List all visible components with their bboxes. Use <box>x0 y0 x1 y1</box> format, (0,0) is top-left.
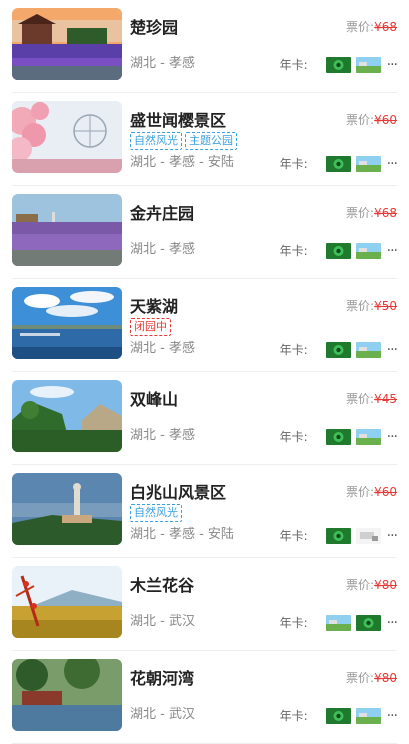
tag-natural-scenery: 自然风光 <box>130 504 182 522</box>
more-icon[interactable]: ··· <box>387 57 398 73</box>
scenic-card-icon[interactable] <box>355 155 381 172</box>
scenic-card-icon[interactable] <box>355 56 381 73</box>
white-card-icon[interactable] <box>355 527 381 544</box>
location-text: 湖北 - 孝感 <box>130 242 195 257</box>
annual-card-row: 年卡: ··· <box>279 707 398 724</box>
tag-list: 自然风光 <box>130 501 185 522</box>
more-icon[interactable]: ··· <box>387 342 398 358</box>
scenic-name: 楚珍园 <box>130 18 179 37</box>
location-text: 湖北 - 孝感 - 安陆 <box>130 155 234 170</box>
ticket-price: 票价:¥50 <box>346 299 397 313</box>
location-text: 湖北 - 武汉 <box>130 614 195 629</box>
scenic-name: 双峰山 <box>130 390 179 409</box>
location-text: 湖北 - 孝感 <box>130 428 195 443</box>
scenic-card-icon[interactable] <box>355 341 381 358</box>
annual-card-row: 年卡: ··· <box>279 56 398 73</box>
scenic-name: 金卉庄园 <box>130 204 195 223</box>
more-icon[interactable]: ··· <box>387 708 398 724</box>
scenic-card-icon[interactable] <box>355 428 381 445</box>
ticket-price: 票价:¥68 <box>346 206 397 220</box>
list-item[interactable]: 木兰花谷 票价:¥80 湖北 - 武汉 年卡: ··· <box>12 558 398 651</box>
scenic-card-icon[interactable] <box>325 614 351 631</box>
green-card-icon[interactable] <box>325 341 351 358</box>
scenic-thumbnail[interactable] <box>12 101 122 173</box>
scenic-thumbnail[interactable] <box>12 473 122 545</box>
ticket-price: 票价:¥60 <box>346 113 397 127</box>
location-text: 湖北 - 孝感 - 安陆 <box>130 527 234 542</box>
location-text: 湖北 - 孝感 <box>130 56 195 71</box>
scenic-thumbnail[interactable] <box>12 287 122 359</box>
location-text: 湖北 - 孝感 <box>130 341 195 356</box>
ticket-price: 票价:¥80 <box>346 578 397 592</box>
green-card-icon[interactable] <box>325 155 351 172</box>
list-item[interactable]: 天紫湖 票价:¥50 闭园中 湖北 - 孝感 年卡: ··· <box>12 279 398 372</box>
tag-natural-scenery: 自然风光 <box>130 132 182 150</box>
green-card-icon[interactable] <box>325 242 351 259</box>
more-icon[interactable]: ··· <box>387 156 398 172</box>
scenic-thumbnail[interactable] <box>12 566 122 638</box>
scenic-name: 木兰花谷 <box>130 576 195 595</box>
scenic-name: 花朝河湾 <box>130 669 195 688</box>
ticket-price: 票价:¥60 <box>346 485 397 499</box>
ticket-price: 票价:¥45 <box>346 392 397 406</box>
green-card-icon[interactable] <box>325 527 351 544</box>
tag-theme-park: 主题公园 <box>185 132 237 150</box>
tag-list: 自然风光 主题公园 <box>130 129 240 150</box>
more-icon[interactable]: ··· <box>387 243 398 259</box>
scenic-thumbnail[interactable] <box>12 194 122 266</box>
tag-list: 闭园中 <box>130 315 174 336</box>
ticket-price: 票价:¥80 <box>346 671 397 685</box>
green-card-icon[interactable] <box>325 428 351 445</box>
scenic-name: 盛世闻樱景区 <box>130 111 227 130</box>
tag-closed: 闭园中 <box>130 318 171 336</box>
annual-card-row: 年卡: ··· <box>279 527 398 544</box>
green-card-icon[interactable] <box>355 614 381 631</box>
scenic-name: 白兆山风景区 <box>130 483 227 502</box>
list-item[interactable]: 盛世闻樱景区 票价:¥60 自然风光 主题公园 湖北 - 孝感 - 安陆 年卡: … <box>12 93 398 186</box>
location-text: 湖北 - 武汉 <box>130 707 195 722</box>
scenic-card-icon[interactable] <box>355 707 381 724</box>
list-item[interactable]: 双峰山 票价:¥45 湖北 - 孝感 年卡: ··· <box>12 372 398 465</box>
scenic-name: 天紫湖 <box>130 297 179 316</box>
annual-card-row: 年卡: ··· <box>279 242 398 259</box>
green-card-icon[interactable] <box>325 56 351 73</box>
scenic-thumbnail[interactable] <box>12 8 122 80</box>
annual-card-row: 年卡: ··· <box>279 614 398 631</box>
scenic-list: 楚珍园 票价:¥68 湖北 - 孝感 年卡: ··· 盛世闻樱景区 票价:¥60… <box>0 0 409 744</box>
annual-card-row: 年卡: ··· <box>279 155 398 172</box>
list-item[interactable]: 花朝河湾 票价:¥80 湖北 - 武汉 年卡: ··· <box>12 651 398 744</box>
more-icon[interactable]: ··· <box>387 528 398 544</box>
list-item[interactable]: 白兆山风景区 票价:¥60 自然风光 湖北 - 孝感 - 安陆 年卡: ··· <box>12 465 398 558</box>
list-item[interactable]: 楚珍园 票价:¥68 湖北 - 孝感 年卡: ··· <box>12 0 398 93</box>
scenic-thumbnail[interactable] <box>12 380 122 452</box>
scenic-card-icon[interactable] <box>355 242 381 259</box>
scenic-thumbnail[interactable] <box>12 659 122 731</box>
annual-card-row: 年卡: ··· <box>279 341 398 358</box>
more-icon[interactable]: ··· <box>387 429 398 445</box>
list-item[interactable]: 金卉庄园 票价:¥68 湖北 - 孝感 年卡: ··· <box>12 186 398 279</box>
annual-card-row: 年卡: ··· <box>279 428 398 445</box>
green-card-icon[interactable] <box>325 707 351 724</box>
more-icon[interactable]: ··· <box>387 615 398 631</box>
ticket-price: 票价:¥68 <box>346 20 397 34</box>
